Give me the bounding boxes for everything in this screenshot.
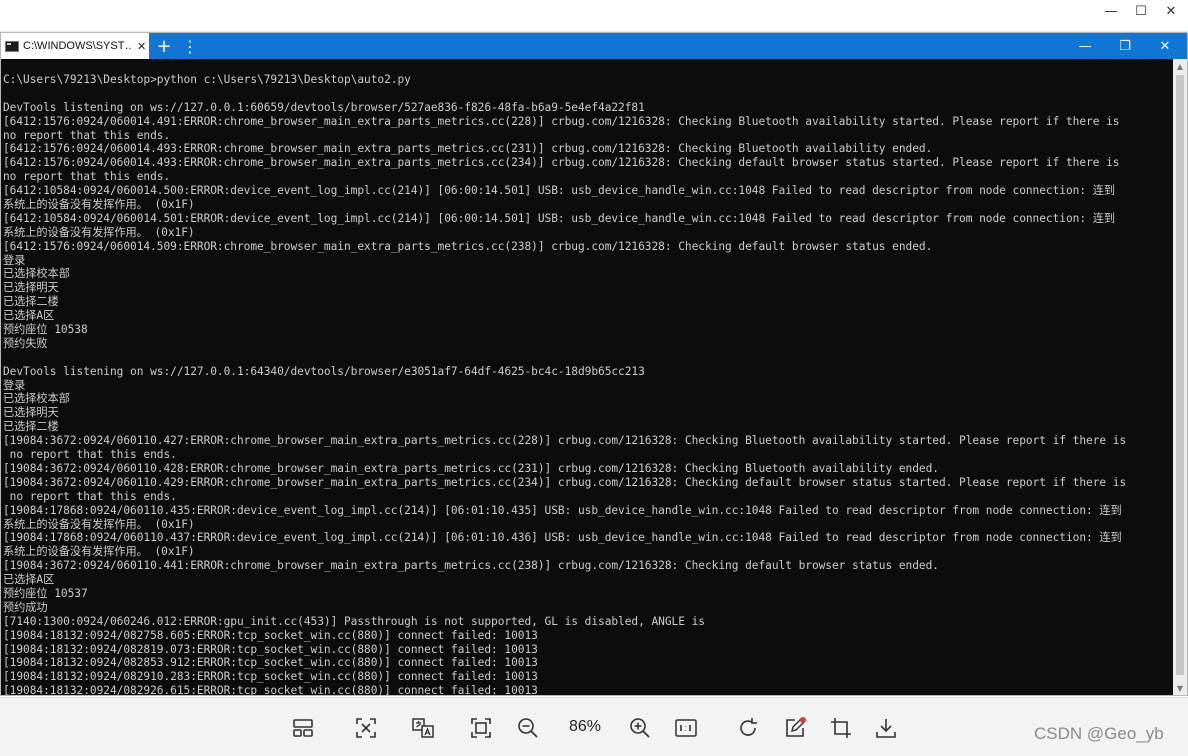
terminal-line: [6412:1576:0924/060014.493:ERROR:chrome_…: [3, 156, 1120, 170]
terminal-tab-title: C:\WINDOWS\SYST…: [23, 40, 133, 52]
terminal-line: 系统上的设备没有发挥作用。 (0x1F): [3, 225, 195, 239]
scrollbar-thumb[interactable]: [1176, 75, 1184, 675]
download-button[interactable]: [873, 715, 899, 741]
terminal-line: [7140:1300:0924/060246.012:ERROR:gpu_ini…: [3, 614, 705, 628]
terminal-line: 已选择二楼: [3, 295, 59, 309]
fullscreen-icon: [471, 718, 491, 738]
zoom-level: 86%: [568, 718, 602, 735]
terminal-line: [6412:1576:0924/060014.509:ERROR:chrome_…: [3, 239, 933, 253]
terminal-line: no report that this ends.: [3, 448, 177, 462]
terminal-line: 系统上的设备没有发挥作用。 (0x1F): [3, 198, 195, 212]
terminal-line: 预约成功: [3, 600, 48, 614]
terminal-line: DevTools listening on ws://127.0.0.1:643…: [3, 364, 645, 378]
fullscreen-button[interactable]: [468, 715, 494, 741]
terminal-tab[interactable]: C:\WINDOWS\SYST… ✕: [1, 33, 149, 59]
terminal-line: [19084:3672:0924/060110.441:ERROR:chrome…: [3, 559, 939, 573]
viewer-titlebar: — ☐ ✕: [0, 0, 1188, 32]
fit-icon: [356, 718, 376, 738]
viewer-minimize-button[interactable]: —: [1094, 0, 1128, 22]
terminal-line: DevTools listening on ws://127.0.0.1:606…: [3, 100, 645, 114]
terminal-line: 登录: [3, 253, 26, 267]
actual-size-icon: [675, 719, 697, 737]
translate-button[interactable]: [410, 715, 436, 741]
terminal-line: 预约座位 10537: [3, 586, 88, 600]
terminal-restore-button[interactable]: ❐: [1107, 33, 1143, 59]
zoom-in-icon: [630, 718, 650, 738]
layout-button[interactable]: [290, 715, 316, 741]
terminal-line: 系统上的设备没有发挥作用。 (0x1F): [3, 517, 195, 531]
terminal-line: [19084:17868:0924/060110.437:ERROR:devic…: [3, 531, 1122, 545]
terminal-line: 已选择明天: [3, 281, 59, 295]
layout-icon: [293, 719, 313, 737]
download-icon: [876, 719, 896, 738]
csdn-watermark: CSDN @Geo_yb: [1034, 724, 1164, 743]
terminal-line: 已选择明天: [3, 406, 59, 420]
terminal-line: 预约失败: [3, 336, 48, 350]
fit-button[interactable]: [353, 715, 379, 741]
terminal-close-button[interactable]: ✕: [1147, 33, 1183, 59]
rotate-icon: [740, 718, 757, 736]
terminal-line: [19084:18132:0924/082758.605:ERROR:tcp_s…: [3, 628, 538, 642]
terminal-line: [19084:3672:0924/060110.429:ERROR:chrome…: [3, 475, 1127, 489]
edit-icon: [786, 717, 806, 737]
terminal-line: [19084:18132:0924/082853.912:ERROR:tcp_s…: [3, 656, 538, 670]
terminal-line: [19084:18132:0924/082910.283:ERROR:tcp_s…: [3, 670, 538, 684]
tab-close-icon[interactable]: ✕: [137, 40, 146, 53]
viewer-maximize-button[interactable]: ☐: [1124, 0, 1158, 22]
viewer-close-button[interactable]: ✕: [1154, 0, 1188, 22]
terminal-line: [19084:18132:0924/082819.073:ERROR:tcp_s…: [3, 642, 538, 656]
terminal-line: 已选择校本部: [3, 392, 70, 406]
terminal-line: 已选择A区: [3, 309, 55, 323]
terminal-line: 登录: [3, 378, 26, 392]
terminal-line: [19084:3672:0924/060110.428:ERROR:chrome…: [3, 461, 939, 475]
terminal-minimize-button[interactable]: —: [1067, 33, 1103, 59]
scroll-down-icon[interactable]: ▼: [1173, 681, 1187, 695]
terminal-line: no report that this ends.: [3, 170, 171, 184]
new-tab-button[interactable]: +: [153, 34, 175, 58]
terminal-line: [19084:18132:0924/082926.615:ERROR:tcp_s…: [3, 684, 538, 695]
terminal-line: no report that this ends.: [3, 128, 171, 142]
rotate-button[interactable]: [735, 715, 761, 741]
crop-icon: [831, 718, 851, 738]
terminal-scrollbar[interactable]: ▲ ▼: [1173, 59, 1187, 695]
terminal-line: 已选择校本部: [3, 267, 70, 281]
terminal-line: no report that this ends.: [3, 489, 177, 503]
zoom-out-button[interactable]: [515, 715, 541, 741]
terminal-line: [6412:10584:0924/060014.501:ERROR:device…: [3, 211, 1116, 225]
terminal-output[interactable]: C:\Users\79213\Desktop>python c:\Users\7…: [1, 59, 1171, 695]
terminal-tab-bar: C:\WINDOWS\SYST… ✕ + ⋮ — ❐ ✕: [1, 33, 1187, 59]
terminal-line: [6412:10584:0924/060014.500:ERROR:device…: [3, 184, 1116, 198]
terminal-line: [6412:1576:0924/060014.493:ERROR:chrome_…: [3, 142, 933, 156]
console-icon: [5, 40, 19, 52]
terminal-line: 预约座位 10538: [3, 323, 88, 337]
scroll-up-icon[interactable]: ▲: [1173, 59, 1187, 73]
viewer-toolbar: 86% CSDN @Geo_yb: [0, 697, 1188, 756]
terminal-line: 系统上的设备没有发挥作用。 (0x1F): [3, 545, 195, 559]
terminal-line: 已选择A区: [3, 573, 55, 587]
terminal-line: [19084:17868:0924/060110.435:ERROR:devic…: [3, 503, 1122, 517]
terminal-line: [19084:3672:0924/060110.427:ERROR:chrome…: [3, 434, 1127, 448]
terminal-window: C:\WINDOWS\SYST… ✕ + ⋮ — ❐ ✕ C:\Users\79…: [0, 32, 1188, 696]
zoom-out-icon: [518, 718, 538, 738]
terminal-line: C:\Users\79213\Desktop>python c:\Users\7…: [3, 73, 411, 86]
terminal-line: [6412:1576:0924/060014.491:ERROR:chrome_…: [3, 114, 1120, 128]
translate-icon: [412, 718, 434, 738]
tab-menu-button[interactable]: ⋮: [181, 34, 199, 58]
crop-button[interactable]: [828, 715, 854, 741]
actual-size-button[interactable]: [673, 715, 699, 741]
edit-button[interactable]: [782, 715, 808, 741]
terminal-line: 已选择二楼: [3, 420, 59, 434]
zoom-in-button[interactable]: [627, 715, 653, 741]
